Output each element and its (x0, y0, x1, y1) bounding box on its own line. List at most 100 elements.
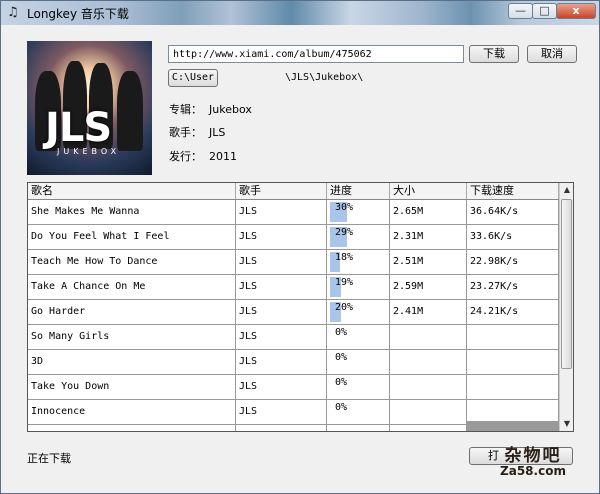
song-title-cell: Go Harder (28, 300, 236, 324)
table-row[interactable]: 3D JLS 0% (28, 350, 559, 375)
table-row[interactable]: Do You Feel What I Feel JLS 29% 2.31M 33.6K/… (28, 225, 559, 250)
size-cell: 2.41M (390, 300, 467, 324)
song-title-cell: Take You Down (28, 375, 236, 399)
table-header: 歌名 歌手 进度 大小 下载速度 (28, 183, 573, 200)
scroll-down-arrow-icon[interactable]: ▼ (560, 417, 573, 431)
column-header-speed[interactable]: 下载速度 (467, 183, 559, 199)
download-button[interactable]: 下载 (469, 45, 519, 63)
progress-text: 29% (335, 227, 354, 238)
size-cell: 2.51M (390, 250, 467, 274)
progress-cell: 18% (327, 250, 390, 274)
song-title-cell: 3D (28, 350, 236, 374)
size-cell (390, 325, 467, 349)
artist-cell: JLS (236, 300, 327, 324)
song-title-cell: Do You Feel What I Feel (28, 225, 236, 249)
song-title-cell: Kill 4 Be I (28, 425, 236, 431)
column-header-size[interactable]: 大小 (390, 183, 467, 199)
download-table[interactable]: 歌名 歌手 进度 大小 下载速度 She Makes Me Wanna JLS 30… (27, 182, 574, 432)
speed-cell: 36.64K/s (467, 200, 559, 224)
song-title-cell: She Makes Me Wanna (28, 200, 236, 224)
progress-cell: 20% (327, 300, 390, 324)
title-bar[interactable]: ♫ Longkey 音乐下载 — □ x (1, 1, 599, 25)
scroll-thumb[interactable] (561, 199, 572, 369)
app-window: ♫ Longkey 音乐下载 — □ x JLS JUKEBOX 下载 取消 C… (0, 0, 600, 494)
column-header-artist[interactable]: 歌手 (236, 183, 327, 199)
song-title-cell: Innocence (28, 400, 236, 424)
size-cell (390, 375, 467, 399)
album-label: 专辑： (169, 103, 202, 116)
maximize-button[interactable]: □ (532, 3, 557, 19)
watermark-title: 杂物吧 (504, 446, 562, 466)
table-row[interactable]: Take A Chance On Me JLS 19% 2.59M 23.27K/s (28, 275, 559, 300)
speed-cell (467, 325, 559, 349)
watermark-url: Za58.com (500, 464, 566, 478)
progress-text: 0% (335, 402, 348, 413)
progress-text: 20% (335, 302, 354, 313)
progress-cell (327, 425, 390, 431)
cover-logo: JLS (45, 105, 112, 151)
artist-cell: JLS (236, 425, 327, 431)
song-title-cell: Take A Chance On Me (28, 275, 236, 299)
progress-text: 18% (335, 252, 354, 263)
table-row[interactable]: Teach Me How To Dance JLS 18% 2.51M 22.98K/s (28, 250, 559, 275)
artist-cell: JLS (236, 350, 327, 374)
progress-cell: 30% (327, 200, 390, 224)
release-value: 2011 (209, 150, 237, 163)
speed-cell: 23.27K/s (467, 275, 559, 299)
cover-subtitle: JUKEBOX (57, 147, 121, 156)
progress-text: 19% (335, 277, 354, 288)
artist-cell: JLS (236, 250, 327, 274)
size-cell: 2.59M (390, 275, 467, 299)
progress-cell: 0% (327, 400, 390, 424)
speed-cell (467, 350, 559, 374)
vertical-scrollbar[interactable]: ▲ ▼ (559, 183, 573, 431)
scroll-up-arrow-icon[interactable]: ▲ (560, 183, 573, 197)
minimize-button[interactable]: — (508, 3, 533, 19)
table-row[interactable]: Go Harder JLS 20% 2.41M 24.21K/s (28, 300, 559, 325)
song-title-cell: Teach Me How To Dance (28, 250, 236, 274)
column-header-progress[interactable]: 进度 (327, 183, 390, 199)
artist-cell: JLS (236, 400, 327, 424)
size-cell (390, 400, 467, 424)
cancel-button[interactable]: 取消 (527, 45, 577, 63)
progress-cell: 0% (327, 375, 390, 399)
speed-cell: 33.6K/s (467, 225, 559, 249)
album-url-input[interactable] (168, 45, 464, 63)
progress-cell: 19% (327, 275, 390, 299)
site-watermark: 杂物吧 Za58.com (487, 441, 579, 489)
artist-cell: JLS (236, 325, 327, 349)
album-cover: JLS JUKEBOX (27, 41, 152, 175)
window-title: Longkey 音乐下载 (27, 7, 129, 21)
release-label: 发行： (169, 150, 202, 163)
size-cell (390, 425, 467, 431)
song-title-cell: So Many Girls (28, 325, 236, 349)
progress-cell: 0% (327, 325, 390, 349)
table-row[interactable]: She Makes Me Wanna JLS 30% 2.65M 36.64K/s (28, 200, 559, 225)
artist-label: 歌手： (169, 126, 202, 139)
size-cell: 2.31M (390, 225, 467, 249)
speed-cell: 24.21K/s (467, 300, 559, 324)
size-cell (390, 350, 467, 374)
music-note-icon: ♫ (7, 5, 19, 20)
progress-text: 0% (335, 352, 348, 363)
artist-cell: JLS (236, 275, 327, 299)
speed-cell: 22.98K/s (467, 250, 559, 274)
column-header-song[interactable]: 歌名 (28, 183, 236, 199)
progress-text: 0% (335, 327, 348, 338)
artist-info: 歌手： JLS (169, 124, 225, 140)
progress-cell: 0% (327, 350, 390, 374)
album-info: 专辑： Jukebox (169, 101, 252, 117)
artist-cell: JLS (236, 200, 327, 224)
table-row[interactable]: So Many Girls JLS 0% (28, 325, 559, 350)
progress-cell: 29% (327, 225, 390, 249)
table-row[interactable]: Take You Down JLS 0% (28, 375, 559, 400)
artist-cell: JLS (236, 375, 327, 399)
progress-text: 0% (335, 377, 348, 388)
speed-cell (467, 375, 559, 399)
save-path-label: \JLS\Jukebox\ (285, 72, 364, 83)
album-value: Jukebox (209, 103, 252, 116)
artist-cell: JLS (236, 225, 327, 249)
choose-path-button[interactable]: C:\User (168, 69, 218, 87)
close-button[interactable]: x (556, 3, 596, 19)
size-cell: 2.65M (390, 200, 467, 224)
